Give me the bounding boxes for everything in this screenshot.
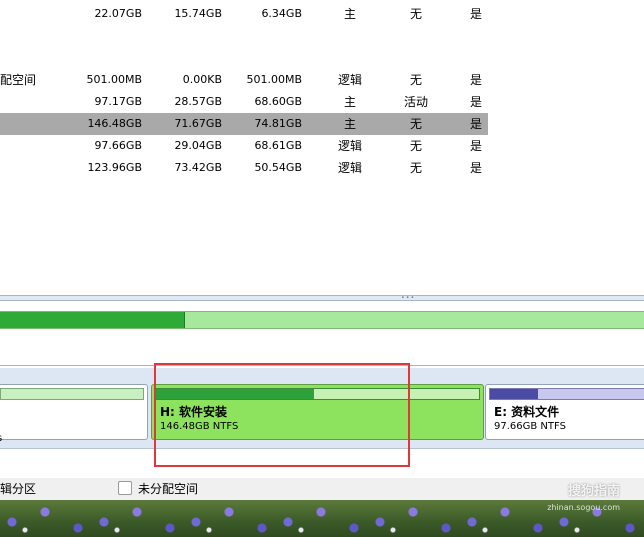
partition-fault: 是: [469, 139, 482, 153]
watermark-url: zhinan.sogou.com: [547, 503, 620, 512]
partition-type: 逻辑: [338, 73, 363, 87]
partition-fault: 是: [469, 73, 482, 87]
partition-used: 29.04GB: [174, 139, 222, 152]
pane-splitter[interactable]: ∙∙∙: [0, 295, 644, 301]
partition-status: 无: [409, 7, 422, 21]
partition-capacity: 146.48GB: [87, 117, 142, 130]
partition-free: 6.34GB: [261, 7, 302, 20]
partition-block[interactable]: s: [0, 384, 148, 444]
disk-usage-bar: [0, 311, 644, 329]
table-row[interactable]: 97.17GB 28.57GB 68.60GB 主 活动 是: [0, 91, 488, 113]
partition-label: E: 资料文件: [494, 405, 560, 419]
partition-type: 主: [343, 95, 356, 109]
partition-free: 68.61GB: [254, 139, 302, 152]
partition-fault: 是: [469, 95, 482, 109]
table-row[interactable]: 配空间 501.00MB 0.00KB 501.00MB 逻辑 无 是: [0, 69, 488, 91]
partition-status: 无: [409, 73, 422, 87]
partition-size: 97.66GB NTFS: [494, 421, 566, 432]
partition-used: 0.00KB: [182, 73, 222, 86]
partition-used: 73.42GB: [174, 161, 222, 174]
unallocated-swatch-icon: [118, 481, 132, 495]
legend-logical: 辑分区: [0, 482, 37, 496]
table-row-selected[interactable]: 146.48GB 71.67GB 74.81GB 主 无 是: [0, 113, 488, 135]
partition-status: 无: [409, 161, 422, 175]
partition-status: 活动: [403, 95, 428, 109]
legend-unallocated-label: 未分配空间: [138, 482, 199, 496]
partition-name: 配空间: [0, 73, 37, 87]
partition-capacity: 123.96GB: [87, 161, 142, 174]
partition-usage-strip: [489, 388, 644, 400]
disk-usage-fill: [0, 312, 185, 328]
partition-usage-fill: [490, 389, 538, 399]
partition-label-fragment: s: [0, 433, 2, 444]
partition-status: 无: [409, 139, 422, 153]
partition-type: 主: [343, 7, 356, 21]
partition-free: 74.81GB: [254, 117, 302, 130]
partition-free: 50.54GB: [254, 161, 302, 174]
partition-free: 68.60GB: [254, 95, 302, 108]
partition-free: 501.00MB: [246, 73, 302, 86]
partition-type: 逻辑: [338, 161, 363, 175]
partition-used: 71.67GB: [174, 117, 222, 130]
partition-fault: 是: [469, 161, 482, 175]
legend: 辑分区 未分配空间: [0, 478, 644, 500]
partition-fault: 是: [469, 7, 482, 21]
partition-capacity: 501.00MB: [86, 73, 142, 86]
partition-used: 28.57GB: [174, 95, 222, 108]
partition-used: 15.74GB: [174, 7, 222, 20]
partition-usage-strip: [0, 388, 144, 400]
partition-capacity: 97.66GB: [94, 139, 142, 152]
splitter-grip[interactable]: ∙∙∙: [401, 295, 415, 301]
table-row[interactable]: 123.96GB 73.42GB 50.54GB 逻辑 无 是: [0, 157, 488, 179]
annotation-highlight-box: [154, 363, 410, 467]
partition-status: 无: [409, 117, 422, 131]
legend-unallocated: 未分配空间: [118, 478, 198, 500]
partition-fault: 是: [469, 117, 482, 131]
partition-type: 主: [343, 117, 356, 131]
partition-type: 逻辑: [338, 139, 363, 153]
table-row[interactable]: 97.66GB 29.04GB 68.61GB 逻辑 无 是: [0, 135, 488, 157]
partition-table: 22.07GB 15.74GB 6.34GB 主 无 是 配空间 501.00M…: [0, 0, 644, 296]
table-row[interactable]: 22.07GB 15.74GB 6.34GB 主 无 是: [0, 3, 488, 25]
watermark: 搜狗指南: [567, 484, 620, 499]
partition-capacity: 22.07GB: [94, 7, 142, 20]
partition-block-e[interactable]: E: 资料文件 97.66GB NTFS: [485, 384, 644, 440]
partition-capacity: 97.17GB: [94, 95, 142, 108]
